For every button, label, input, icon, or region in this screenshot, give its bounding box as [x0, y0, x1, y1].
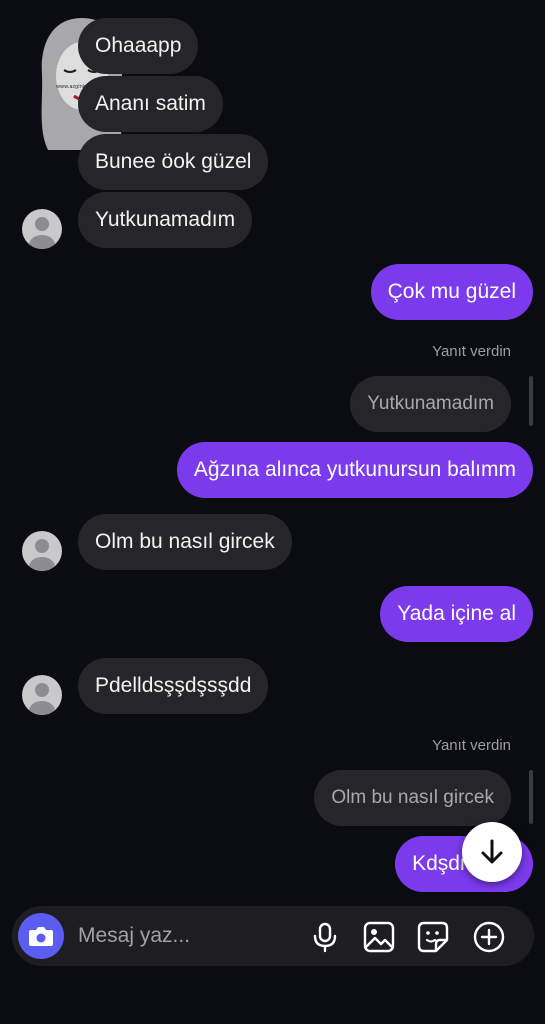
- image-icon[interactable]: [362, 920, 396, 954]
- user-silhouette-icon: [29, 539, 55, 571]
- avatar[interactable]: [22, 531, 62, 571]
- quoted-message[interactable]: Yutkunamadım: [350, 376, 511, 432]
- reply-label: Yanıt verdin: [432, 343, 511, 360]
- arrow-down-icon: [481, 839, 503, 864]
- scroll-to-bottom-button[interactable]: [462, 822, 522, 882]
- message-input[interactable]: Mesaj yaz...: [78, 906, 190, 966]
- outgoing-message[interactable]: Ağzına alınca yutkunursun balımm: [176, 442, 533, 498]
- quoted-message[interactable]: Olm bu nasıl gircek: [314, 770, 511, 826]
- incoming-message[interactable]: Pdelldsşşdşsşdd: [78, 658, 269, 714]
- user-silhouette-icon: [29, 217, 55, 249]
- outgoing-message[interactable]: Çok mu güzel: [370, 264, 533, 320]
- sticker-icon[interactable]: [416, 920, 450, 954]
- outgoing-message[interactable]: Yada içine al: [380, 586, 533, 642]
- incoming-message[interactable]: Olm bu nasıl gircek: [78, 514, 292, 570]
- reply-indicator-bar: [529, 376, 533, 426]
- user-silhouette-icon: [29, 683, 55, 715]
- camera-button[interactable]: [18, 913, 64, 959]
- message-composer: Mesaj yaz...: [12, 906, 534, 966]
- incoming-message[interactable]: Yutkunamadım: [78, 192, 253, 248]
- incoming-message[interactable]: Bunee öok güzel: [78, 134, 269, 190]
- avatar[interactable]: [22, 675, 62, 715]
- incoming-message[interactable]: Ohaaapp: [78, 18, 199, 74]
- plus-circle-icon[interactable]: [472, 920, 506, 954]
- camera-icon: [29, 927, 53, 946]
- avatar[interactable]: [22, 209, 62, 249]
- reply-indicator-bar: [529, 770, 533, 824]
- incoming-message[interactable]: Ananı satim: [78, 76, 223, 132]
- reply-label: Yanıt verdin: [432, 737, 511, 754]
- microphone-icon[interactable]: [308, 920, 342, 954]
